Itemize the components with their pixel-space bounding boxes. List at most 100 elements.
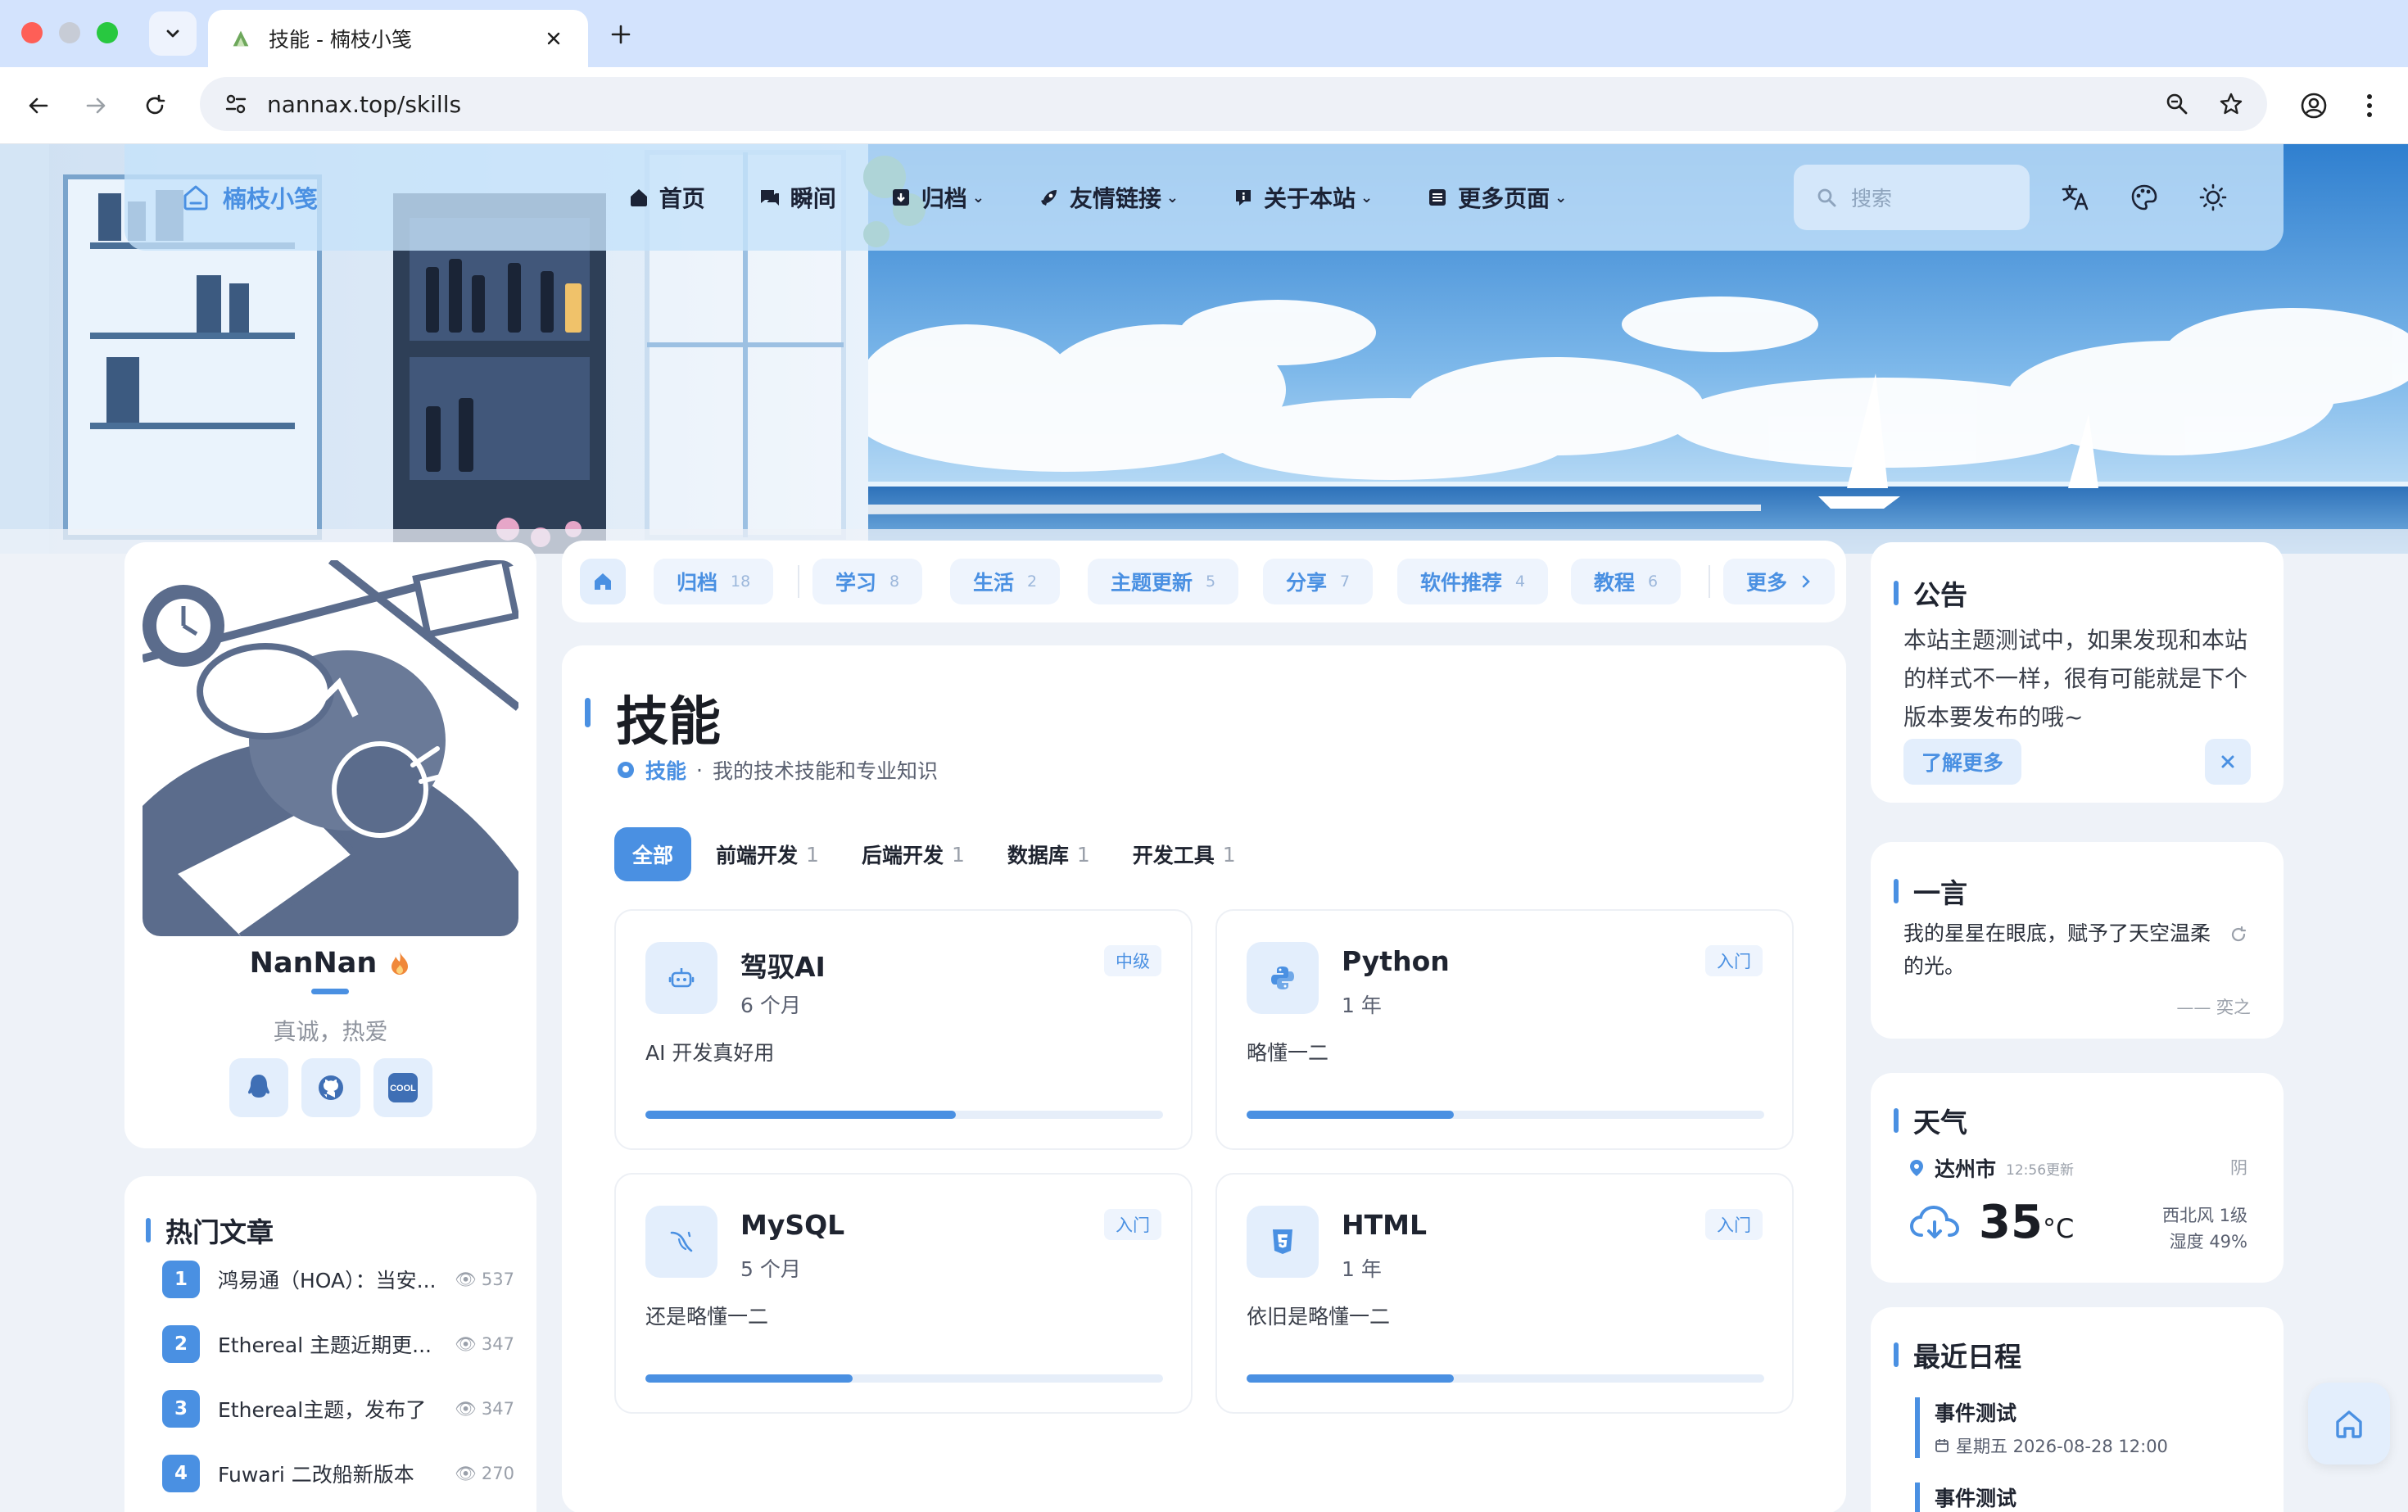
skill-card[interactable]: Python 1 年 入门 略懂一二 xyxy=(1215,909,1794,1150)
breadcrumb: 技能 · 我的技术技能和专业知识 xyxy=(616,755,938,785)
skill-name: HTML xyxy=(1342,1209,1427,1241)
nav-item-archive[interactable]: 归档 ⌄ xyxy=(866,170,1009,225)
coolapk-link[interactable]: COOL xyxy=(373,1058,432,1117)
nav-item-moments[interactable]: 瞬间 xyxy=(735,170,861,225)
skill-card[interactable]: MySQL 5 个月 入门 还是略懂一二 xyxy=(614,1173,1193,1414)
python-icon xyxy=(1271,967,1294,989)
palette-icon[interactable] xyxy=(2130,183,2159,212)
weather-main: 35°C xyxy=(1908,1196,2074,1249)
nav-tools xyxy=(2061,183,2228,212)
skill-name: MySQL xyxy=(740,1209,845,1241)
event-item[interactable]: 事件测试 xyxy=(1915,1483,2259,1512)
coolapk-label: COOL xyxy=(390,1084,416,1093)
nav-item-label: 首页 xyxy=(659,185,705,212)
category-archive[interactable]: 归档 18 xyxy=(654,559,774,604)
rank-badge: 4 xyxy=(162,1455,200,1492)
profile-button[interactable] xyxy=(2293,85,2334,126)
chevron-right-icon xyxy=(1802,575,1810,588)
site-search-input[interactable]: 搜索 xyxy=(1794,165,2030,230)
window-close-button[interactable] xyxy=(21,22,43,43)
calendar-icon xyxy=(1935,1439,1949,1452)
nav-item-label: 归档 xyxy=(921,185,967,212)
nav-item-home[interactable]: 首页 xyxy=(604,170,730,225)
skill-card[interactable]: 驾驭AI 6 个月 中级 AI 开发真好用 xyxy=(614,909,1193,1150)
category-home-button[interactable] xyxy=(580,559,626,604)
category-software[interactable]: 软件推荐 4 xyxy=(1397,559,1549,604)
category-count: 6 xyxy=(1648,573,1659,591)
github-icon xyxy=(318,1075,343,1100)
filter-all[interactable]: 全部 xyxy=(614,827,692,881)
category-share[interactable]: 分享 7 xyxy=(1263,559,1374,604)
skill-progress-track xyxy=(1247,1374,1764,1383)
nav-item-more[interactable]: 更多页面 ⌄ xyxy=(1402,170,1591,225)
skill-icon-box xyxy=(1247,1206,1319,1278)
category-more-button[interactable]: 更多 xyxy=(1723,559,1835,604)
filter-database[interactable]: 数据库 1 xyxy=(989,827,1108,881)
category-study[interactable]: 学习 8 xyxy=(812,559,923,604)
window-minimize-button[interactable] xyxy=(59,22,80,43)
github-link[interactable] xyxy=(301,1058,360,1117)
rank-badge: 2 xyxy=(162,1325,200,1363)
skill-card[interactable]: HTML 1 年 入门 依旧是略懂一二 xyxy=(1215,1173,1794,1414)
window-maximize-button[interactable] xyxy=(97,22,118,43)
new-tab-button[interactable] xyxy=(603,16,639,52)
zoom-icon[interactable] xyxy=(2164,91,2190,117)
list-item[interactable]: 3 Ethereal主题，发布了 👁 347 xyxy=(162,1389,514,1428)
learn-more-button[interactable]: 了解更多 xyxy=(1903,739,2022,785)
views-value: 347 xyxy=(481,1334,514,1354)
category-count: 2 xyxy=(1027,573,1038,591)
category-theme-updates[interactable]: 主题更新 5 xyxy=(1088,559,1239,604)
browser-menu-button[interactable] xyxy=(2349,85,2390,126)
floating-home-button[interactable] xyxy=(2308,1383,2390,1464)
category-label: 生活 xyxy=(973,571,1015,595)
sun-icon[interactable] xyxy=(2198,183,2228,212)
refresh-icon[interactable] xyxy=(2229,926,2247,944)
address-bar[interactable]: nannax.top/skills xyxy=(200,77,2267,131)
archive-icon xyxy=(892,189,909,206)
rank-badge: 1 xyxy=(162,1261,200,1298)
browser-tab[interactable]: 技能 - 楠枝小笺 xyxy=(208,10,588,67)
nav-item-label: 瞬间 xyxy=(790,185,836,212)
forward-button[interactable] xyxy=(75,85,116,126)
list-item[interactable]: 2 Ethereal 主题近期更... 👁 347 xyxy=(162,1324,514,1364)
reload-button[interactable] xyxy=(134,85,175,126)
back-button[interactable] xyxy=(18,85,59,126)
hot-posts-title-text: 热门文章 xyxy=(165,1216,274,1248)
map-pin-icon xyxy=(1910,1160,1923,1176)
tab-close-button[interactable] xyxy=(541,25,567,52)
qq-link[interactable] xyxy=(229,1058,288,1117)
filter-devtools[interactable]: 开发工具 1 xyxy=(1115,827,1254,881)
translate-icon[interactable] xyxy=(2061,183,2090,212)
category-tutorial[interactable]: 教程 6 xyxy=(1571,559,1682,604)
list-item[interactable]: 4 Fuwari 二改船新版本 👁 270 xyxy=(162,1454,514,1493)
category-life[interactable]: 生活 2 xyxy=(950,559,1061,604)
nav-item-label: 关于本站 xyxy=(1264,185,1356,212)
filter-backend[interactable]: 后端开发 1 xyxy=(844,827,983,881)
skill-level-badge: 入门 xyxy=(1104,1209,1161,1240)
breadcrumb-link[interactable]: 技能 xyxy=(645,755,686,785)
divider xyxy=(798,565,799,598)
skill-description: 还是略懂一二 xyxy=(645,1305,769,1329)
list-item[interactable]: 1 鸿易通（HOA）：当安... 👁 537 xyxy=(162,1260,514,1299)
bookmark-star-icon[interactable] xyxy=(2218,91,2244,117)
notice-close-button[interactable] xyxy=(2205,739,2251,785)
reload-icon xyxy=(146,94,165,115)
filter-frontend[interactable]: 前端开发 1 xyxy=(698,827,837,881)
views-value: 347 xyxy=(481,1399,514,1419)
plus-icon xyxy=(611,25,631,44)
home-icon xyxy=(595,573,611,590)
nav-item-about[interactable]: 关于本站 ⌄ xyxy=(1208,170,1397,225)
social-links: COOL xyxy=(124,1058,536,1117)
skill-duration: 6 个月 xyxy=(740,994,801,1017)
chevron-down-icon: ⌄ xyxy=(971,188,984,206)
html5-icon xyxy=(1273,1229,1292,1254)
nav-item-friends[interactable]: 友情链接 ⌄ xyxy=(1014,170,1203,225)
category-label: 教程 xyxy=(1594,571,1636,595)
filter-label: 后端开发 xyxy=(861,844,944,867)
category-label: 主题更新 xyxy=(1111,571,1193,595)
site-brand[interactable]: 楠枝小笺 xyxy=(180,180,508,215)
event-item[interactable]: 事件测试 星期五 2026-08-28 12:00 xyxy=(1915,1397,2259,1458)
location-pin-icon xyxy=(618,762,634,778)
hot-posts-card: 热门文章 1 鸿易通（HOA）：当安... 👁 537 2 Ethereal 主题… xyxy=(124,1176,536,1512)
tab-search-button[interactable] xyxy=(149,11,197,56)
